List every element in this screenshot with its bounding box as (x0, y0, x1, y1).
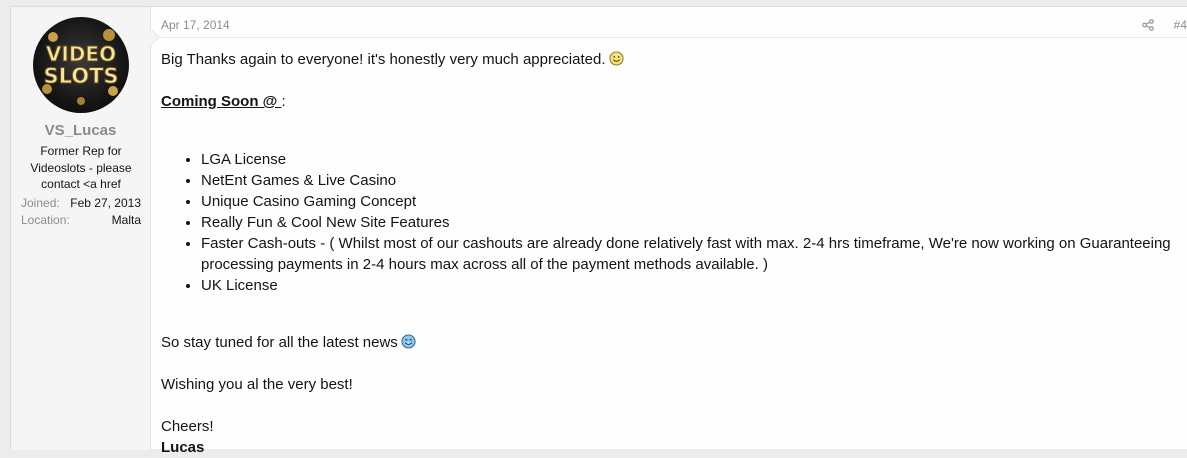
share-icon[interactable] (1142, 19, 1154, 31)
list-item: Unique Casino Gaming Concept (201, 191, 1177, 212)
user-title: Former Rep for Videoslots - please conta… (30, 144, 132, 191)
list-item: Really Fun & Cool New Site Features (201, 212, 1177, 233)
thanks-line: Big Thanks again to everyone! it's hones… (161, 49, 1177, 70)
cheers-line: Cheers! (161, 418, 214, 435)
post-number[interactable]: #4 (1174, 18, 1187, 32)
post-date[interactable]: Apr 17, 2014 (161, 18, 230, 32)
list-item: NetEnt Games & Live Casino (201, 170, 1177, 191)
location-row: Location: Malta (21, 213, 141, 227)
forum-post: VIDEO SLOTS VS_Lucas Former Rep for Vide… (10, 6, 1187, 456)
wishing-line: Wishing you al the very best! (161, 376, 353, 393)
joined-value: Feb 27, 2013 (70, 196, 141, 210)
wink-emoji-icon (401, 334, 416, 349)
stay-tuned-text: So stay tuned for all the latest news (161, 334, 398, 351)
svg-text:VIDEO: VIDEO (46, 42, 116, 66)
svg-text:SLOTS: SLOTS (43, 64, 118, 88)
joined-label: Joined: (21, 196, 60, 210)
username[interactable]: VS_Lucas (11, 122, 150, 139)
list-item: Faster Cash-outs - ( Whilst most of our … (201, 233, 1177, 275)
features-list: LGA License NetEnt Games & Live Casino U… (161, 149, 1177, 296)
post-body: Big Thanks again to everyone! it's hones… (161, 49, 1177, 458)
videoslots-logo-icon: VIDEO SLOTS (42, 29, 119, 105)
list-item: UK License (201, 275, 1177, 296)
location-label: Location: (21, 213, 70, 227)
coming-soon-colon: : (281, 93, 286, 110)
signature: Lucas (161, 439, 205, 456)
user-info-panel: VIDEO SLOTS VS_Lucas Former Rep for Vide… (11, 7, 151, 450)
coming-soon-link[interactable]: Coming Soon @ (161, 93, 281, 110)
avatar[interactable]: VIDEO SLOTS (33, 17, 129, 113)
smile-emoji-icon (608, 51, 624, 66)
thanks-text: Big Thanks again to everyone! it's hones… (161, 51, 606, 68)
location-value[interactable]: Malta (112, 213, 141, 227)
message-arrow (150, 29, 159, 45)
coming-soon-line: Coming Soon @ : (161, 91, 1177, 112)
stay-tuned-line: So stay tuned for all the latest news (161, 332, 1177, 353)
joined-row: Joined: Feb 27, 2013 (21, 196, 141, 210)
post-header: Apr 17, 2014 #4 (161, 7, 1187, 38)
list-item: LGA License (201, 149, 1177, 170)
